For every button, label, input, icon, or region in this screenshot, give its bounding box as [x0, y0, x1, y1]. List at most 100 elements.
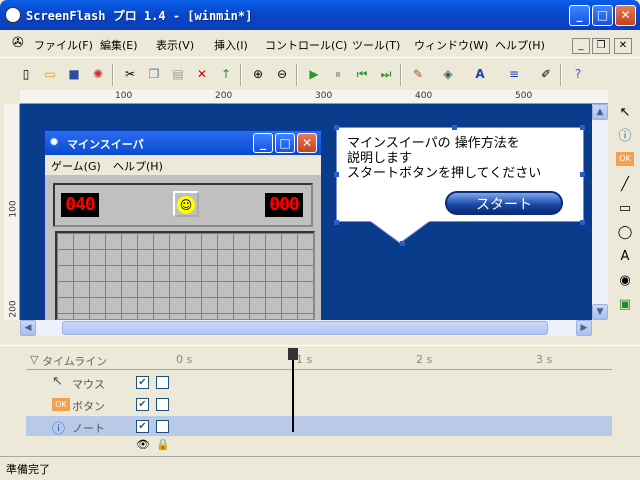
info-icon: ⓘ [52, 422, 66, 437]
visible-checkbox[interactable]: ✔ [136, 420, 149, 433]
lock-checkbox[interactable] [156, 398, 169, 411]
ruler-label: 100 [115, 91, 133, 101]
lock-icon[interactable]: 🔒 [156, 438, 170, 451]
menu-help-mine[interactable]: ヘルプ(H) [113, 158, 163, 174]
effect-icon[interactable]: ✺ [90, 66, 106, 82]
playhead[interactable] [292, 348, 294, 432]
time-label: 0 s [176, 353, 193, 366]
tool-palette: ↖ ⓘ OK ╱ ▭ ◯ A ◉ ▣ [608, 90, 640, 330]
scroll-up-icon[interactable]: ▲ [592, 104, 608, 120]
menu-tools[interactable]: ツール(T) [352, 37, 400, 53]
font-color-icon[interactable]: A [472, 66, 488, 82]
scroll-thumb[interactable] [62, 321, 548, 335]
paste-icon[interactable]: ▤ [170, 66, 186, 82]
scroll-right-icon[interactable]: ▶ [576, 320, 592, 336]
scroll-down-icon[interactable]: ▼ [592, 304, 608, 320]
row-label: マウス [72, 378, 105, 391]
selection-handle[interactable] [400, 241, 405, 246]
timeline-row[interactable]: ↖ マウス ✔ [26, 372, 612, 392]
new-icon[interactable]: ▯ [18, 66, 34, 82]
note-callout[interactable]: マインスイーパの 操作方法を 説明します スタートボタンを押してください スター… [336, 127, 584, 222]
scroll-left-icon[interactable]: ◀ [20, 320, 36, 336]
line-tool-icon[interactable]: ╱ [616, 176, 634, 194]
window-title: ScreenFlash プロ 1.4 - [winmin*] [26, 9, 253, 23]
top-ruler: 100 200 300 400 500 [20, 90, 608, 104]
pause-icon[interactable]: ⏸ [330, 66, 346, 82]
lock-checkbox[interactable] [156, 420, 169, 433]
menu-insert[interactable]: 挿入(I) [214, 37, 248, 53]
pointer-tool-icon[interactable]: ↖ [616, 104, 634, 122]
smiley-button[interactable]: ☺ [173, 191, 199, 217]
minesweeper-minimize[interactable]: _ [253, 133, 273, 153]
selection-handle[interactable] [334, 172, 339, 177]
menu-view[interactable]: 表示(V) [156, 37, 194, 53]
info-tool-icon[interactable]: ⓘ [616, 128, 634, 146]
line-style-icon[interactable]: ≡ [506, 66, 522, 82]
open-icon[interactable]: ▭ [42, 66, 58, 82]
menu-file[interactable]: ファイル(F) [34, 37, 93, 53]
line-color-icon[interactable]: ✎ [410, 66, 426, 82]
timeline-row-selected[interactable]: ⓘ ノート ✔ [26, 416, 612, 437]
visible-checkbox[interactable]: ✔ [136, 398, 149, 411]
minesweeper-close[interactable]: ✕ [297, 133, 317, 153]
timeline-collapse-icon[interactable]: ▽ [30, 353, 38, 366]
selection-handle[interactable] [580, 125, 585, 130]
button-tool-icon[interactable]: OK [616, 152, 634, 166]
minesweeper-window[interactable]: ✹ マインスイーパ _ □ ✕ ゲーム(G) ヘルプ(H) 040 ☺ 000 [44, 130, 322, 325]
mine-grid[interactable] [55, 231, 315, 321]
cursor-icon: ↖ [52, 374, 63, 389]
timer-counter: 000 [265, 193, 303, 217]
zoom-in-icon[interactable]: ⊕ [250, 66, 266, 82]
ruler-label: 300 [315, 91, 333, 101]
minesweeper-title: マインスイーパ [67, 138, 144, 151]
image-tool-icon[interactable]: ▣ [616, 296, 634, 314]
app-icon [5, 7, 21, 23]
copy-icon[interactable]: ❐ [146, 66, 162, 82]
sound-tool-icon[interactable]: ◉ [616, 272, 634, 290]
status-text: 準備完了 [6, 463, 50, 476]
menu-edit[interactable]: 編集(E) [100, 37, 138, 53]
text-tool-icon[interactable]: A [616, 248, 634, 266]
save-icon[interactable]: ■ [66, 66, 82, 82]
start-button[interactable]: スタート [445, 191, 563, 215]
selection-handle[interactable] [580, 220, 585, 225]
timeline-row[interactable]: OK ボタン ✔ [26, 394, 612, 414]
toolbar: ▯ ▭ ■ ✺ ✂ ❐ ▤ ✕ ↑ ⊕ ⊖ ▶ ⏸ ⏮ ⏭ ✎ ◈ A ≡ ✐ … [0, 57, 640, 90]
rewind-icon[interactable]: ⏮ [354, 66, 370, 82]
forward-icon[interactable]: ⏭ [378, 66, 394, 82]
cut-icon[interactable]: ✂ [122, 66, 138, 82]
help-icon[interactable]: ? [570, 66, 586, 82]
play-icon[interactable]: ▶ [306, 66, 322, 82]
selection-handle[interactable] [452, 125, 457, 130]
document-icon[interactable]: ✇ [12, 35, 24, 51]
playhead-handle[interactable] [288, 348, 298, 360]
zoom-out-icon[interactable]: ⊖ [274, 66, 290, 82]
menu-game[interactable]: ゲーム(G) [51, 158, 101, 174]
eye-icon[interactable]: 👁 [136, 438, 150, 451]
mdi-minimize-button[interactable]: _ [572, 38, 590, 54]
horizontal-scrollbar[interactable]: ◀ ▶ [20, 320, 592, 336]
mdi-restore-button[interactable]: ❐ [592, 38, 610, 54]
lock-checkbox[interactable] [156, 376, 169, 389]
rectangle-tool-icon[interactable]: ▭ [616, 200, 634, 218]
close-button[interactable]: ✕ [615, 5, 636, 26]
menu-help[interactable]: ヘルプ(H) [495, 37, 545, 53]
menu-control[interactable]: コントロール(C) [265, 37, 347, 53]
minimize-button[interactable]: _ [569, 5, 590, 26]
fill-color-icon[interactable]: ◈ [440, 66, 456, 82]
selection-handle[interactable] [334, 125, 339, 130]
selection-handle[interactable] [334, 220, 339, 225]
up-arrow-icon[interactable]: ↑ [218, 66, 234, 82]
ellipse-tool-icon[interactable]: ◯ [616, 224, 634, 242]
selection-handle[interactable] [580, 172, 585, 177]
vertical-scrollbar[interactable]: ▲ ▼ [592, 104, 608, 320]
properties-icon[interactable]: ✐ [538, 66, 554, 82]
mdi-close-button[interactable]: ✕ [614, 38, 632, 54]
minesweeper-maximize[interactable]: □ [275, 133, 295, 153]
minesweeper-titlebar: ✹ マインスイーパ _ □ ✕ [45, 131, 321, 155]
time-label: 1 s [296, 353, 313, 366]
menu-window[interactable]: ウィンドウ(W) [414, 37, 488, 53]
visible-checkbox[interactable]: ✔ [136, 376, 149, 389]
delete-icon[interactable]: ✕ [194, 66, 210, 82]
maximize-button[interactable]: □ [592, 5, 613, 26]
